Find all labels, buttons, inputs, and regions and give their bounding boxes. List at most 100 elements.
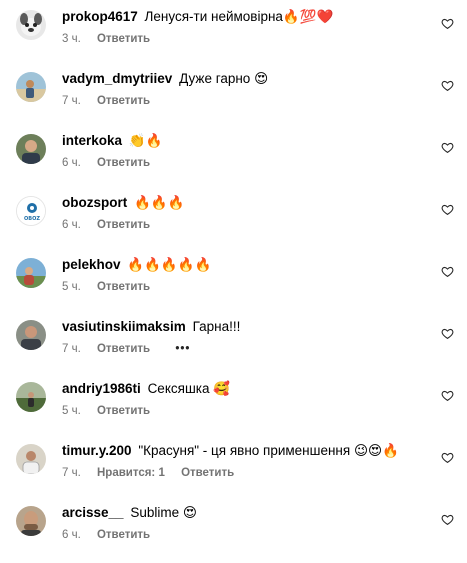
comment-username[interactable]: andriy1986ti — [62, 381, 141, 396]
like-heart-icon[interactable] — [441, 265, 454, 278]
logo-avatar-image: OBOZ — [17, 197, 45, 225]
comment-body: arcisse__ Sublime 😍 6 ч. Ответить — [62, 504, 427, 542]
comment-item: vadym_dmytriiev Дуже гарно 😍 7 ч. Ответи… — [0, 62, 467, 124]
comment-text: Гарна!!! — [192, 319, 241, 334]
like-heart-icon[interactable] — [441, 389, 454, 402]
comment-body: prokop4617 Ленуся-ти неймовірна🔥💯❤️ 3 ч.… — [62, 8, 427, 46]
reply-button[interactable]: Ответить — [97, 342, 150, 356]
like-heart-icon[interactable] — [441, 203, 454, 216]
likes-count[interactable]: Нравится: 1 — [97, 466, 165, 480]
comment-meta: 5 ч. Ответить — [62, 404, 427, 418]
avatar[interactable] — [16, 444, 46, 474]
comment-body: vadym_dmytriiev Дуже гарно 😍 7 ч. Ответи… — [62, 70, 427, 108]
reply-button[interactable]: Ответить — [97, 156, 150, 170]
comment-body: interkoka 👏🔥 6 ч. Ответить — [62, 132, 427, 170]
like-heart-icon[interactable] — [441, 451, 454, 464]
bald-man-avatar-image — [16, 506, 46, 536]
man-avatar-2-image — [16, 320, 46, 350]
avatar[interactable] — [16, 10, 46, 40]
comment-time[interactable]: 5 ч. — [62, 280, 81, 294]
reply-button[interactable]: Ответить — [97, 94, 150, 108]
comment-text: Дуже гарно 😍 — [179, 71, 269, 86]
reply-button[interactable]: Ответить — [181, 466, 234, 480]
comment-text: 👏🔥 — [128, 133, 163, 148]
comment-username[interactable]: obozsport — [62, 195, 127, 210]
comment-time[interactable]: 7 ч. — [62, 342, 81, 356]
comment-line: timur.y.200 "Красуня" - ця явно применше… — [62, 442, 427, 460]
comment-line: interkoka 👏🔥 — [62, 132, 427, 150]
more-options-icon[interactable]: ••• — [175, 342, 190, 356]
comment-item: prokop4617 Ленуся-ти неймовірна🔥💯❤️ 3 ч.… — [0, 0, 467, 62]
comment-line: obozsport 🔥🔥🔥 — [62, 194, 427, 212]
comment-time[interactable]: 5 ч. — [62, 404, 81, 418]
avatar[interactable] — [16, 506, 46, 536]
comment-item: vasiutinskiimaksim Гарна!!! 7 ч. Ответит… — [0, 310, 467, 372]
like-heart-icon[interactable] — [441, 141, 454, 154]
like-heart-icon[interactable] — [441, 17, 454, 30]
comment-meta: 3 ч. Ответить — [62, 32, 427, 46]
avatar[interactable] — [16, 258, 46, 288]
comment-body: timur.y.200 "Красуня" - ця явно применше… — [62, 442, 427, 480]
comment-meta: 7 ч. Нравится: 1 Ответить — [62, 466, 427, 480]
reply-button[interactable]: Ответить — [97, 528, 150, 542]
avatar[interactable] — [16, 382, 46, 412]
comment-line: pelekhov 🔥🔥🔥🔥🔥 — [62, 256, 427, 274]
reply-button[interactable]: Ответить — [97, 280, 150, 294]
comment-text: "Красуня" - ця явно применшення 😉😍🔥 — [138, 443, 399, 458]
avatar[interactable] — [16, 72, 46, 102]
comment-username[interactable]: prokop4617 — [62, 9, 138, 24]
comment-username[interactable]: vadym_dmytriiev — [62, 71, 172, 86]
comment-username[interactable]: timur.y.200 — [62, 443, 132, 458]
comment-item: pelekhov 🔥🔥🔥🔥🔥 5 ч. Ответить — [0, 248, 467, 310]
like-heart-icon[interactable] — [441, 79, 454, 92]
dog-avatar-image — [16, 10, 46, 40]
comment-time[interactable]: 7 ч. — [62, 94, 81, 108]
comment-meta: 7 ч. Ответить — [62, 94, 427, 108]
comment-line: andriy1986ti Сексяшка 🥰 — [62, 380, 427, 398]
comment-time[interactable]: 3 ч. — [62, 32, 81, 46]
comment-meta: 6 ч. Ответить — [62, 218, 427, 232]
avatar[interactable] — [16, 320, 46, 350]
like-heart-icon[interactable] — [441, 513, 454, 526]
comment-line: vasiutinskiimaksim Гарна!!! — [62, 318, 427, 336]
outdoor-avatar-image — [16, 258, 46, 288]
man-avatar-image — [16, 134, 46, 164]
person-avatar-image — [16, 444, 46, 474]
comment-time[interactable]: 6 ч. — [62, 528, 81, 542]
comment-item: OBOZ obozsport 🔥🔥🔥 6 ч. Ответить — [0, 186, 467, 248]
comment-text: 🔥🔥🔥🔥🔥 — [127, 257, 212, 272]
avatar[interactable] — [16, 134, 46, 164]
comment-body: pelekhov 🔥🔥🔥🔥🔥 5 ч. Ответить — [62, 256, 427, 294]
comment-meta: 6 ч. Ответить — [62, 528, 427, 542]
comment-item: interkoka 👏🔥 6 ч. Ответить — [0, 124, 467, 186]
field-avatar-image — [16, 382, 46, 412]
comment-line: vadym_dmytriiev Дуже гарно 😍 — [62, 70, 427, 88]
comment-text: 🔥🔥🔥 — [134, 195, 185, 210]
comment-time[interactable]: 6 ч. — [62, 218, 81, 232]
comment-text: Sublime 😍 — [130, 505, 197, 520]
reply-button[interactable]: Ответить — [97, 218, 150, 232]
reply-button[interactable]: Ответить — [97, 32, 150, 46]
comment-meta: 5 ч. Ответить — [62, 280, 427, 294]
comment-line: prokop4617 Ленуся-ти неймовірна🔥💯❤️ — [62, 8, 427, 26]
comment-body: andriy1986ti Сексяшка 🥰 5 ч. Ответить — [62, 380, 427, 418]
comment-item: andriy1986ti Сексяшка 🥰 5 ч. Ответить — [0, 372, 467, 434]
comment-text: Сексяшка 🥰 — [147, 381, 231, 396]
avatar[interactable]: OBOZ — [16, 196, 46, 226]
beach-avatar-image — [16, 72, 46, 102]
comment-time[interactable]: 7 ч. — [62, 466, 81, 480]
comment-meta: 6 ч. Ответить — [62, 156, 427, 170]
comment-line: arcisse__ Sublime 😍 — [62, 504, 427, 522]
comment-username[interactable]: arcisse__ — [62, 505, 124, 520]
comment-body: vasiutinskiimaksim Гарна!!! 7 ч. Ответит… — [62, 318, 427, 356]
comment-time[interactable]: 6 ч. — [62, 156, 81, 170]
comment-username[interactable]: interkoka — [62, 133, 122, 148]
like-heart-icon[interactable] — [441, 327, 454, 340]
comment-meta: 7 ч. Ответить ••• — [62, 342, 427, 356]
comment-username[interactable]: vasiutinskiimaksim — [62, 319, 186, 334]
comment-body: obozsport 🔥🔥🔥 6 ч. Ответить — [62, 194, 427, 232]
comment-item: arcisse__ Sublime 😍 6 ч. Ответить — [0, 496, 467, 558]
comment-item: timur.y.200 "Красуня" - ця явно применше… — [0, 434, 467, 496]
comment-username[interactable]: pelekhov — [62, 257, 121, 272]
reply-button[interactable]: Ответить — [97, 404, 150, 418]
